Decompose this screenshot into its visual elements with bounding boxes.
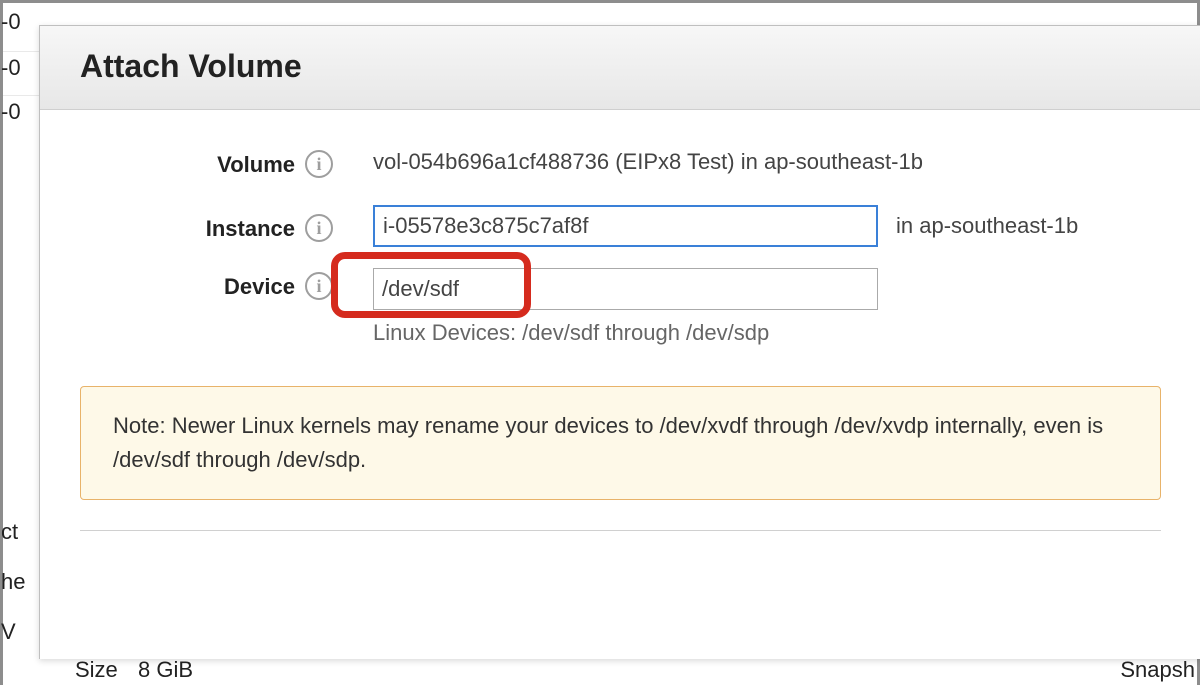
device-hint: Linux Devices: /dev/sdf through /dev/sdp <box>373 320 878 346</box>
device-input[interactable] <box>373 268 878 310</box>
info-icon[interactable]: i <box>305 272 333 300</box>
instance-row: Instance i in ap-southeast-1b <box>80 204 1161 248</box>
bg-text: he <box>1 569 25 595</box>
info-icon[interactable]: i <box>305 150 333 178</box>
modal-footer-divider <box>80 530 1161 531</box>
bg-bottom-snapshot: Snapsh <box>1120 657 1195 683</box>
modal-body: Volume i vol-054b696a1cf488736 (EIPx8 Te… <box>40 110 1200 561</box>
attach-volume-modal: Attach Volume Volume i vol-054b696a1cf48… <box>39 25 1200 659</box>
modal-title: Attach Volume <box>80 48 1200 85</box>
bg-text: ct <box>1 519 18 545</box>
modal-header: Attach Volume <box>40 26 1200 110</box>
device-label: Device <box>80 268 305 300</box>
note-box: Note: Newer Linux kernels may rename you… <box>80 386 1161 500</box>
volume-value: vol-054b696a1cf488736 (EIPx8 Test) in ap… <box>373 149 923 175</box>
volume-row: Volume i vol-054b696a1cf488736 (EIPx8 Te… <box>80 140 1161 184</box>
page-root: -0 -0 -0 ct he V Size 8 GiB Snapsh Attac… <box>0 0 1200 685</box>
info-icon[interactable]: i <box>305 214 333 242</box>
bg-text: -0 <box>1 55 21 81</box>
note-text: Note: Newer Linux kernels may rename you… <box>113 413 1103 472</box>
volume-label: Volume <box>80 146 305 178</box>
bg-text: -0 <box>1 99 21 125</box>
device-row: Device i Linux Devices: /dev/sdf through… <box>80 268 1161 346</box>
bg-text: -0 <box>1 9 21 35</box>
instance-input[interactable] <box>373 205 878 247</box>
bg-bottom-size-value: 8 GiB <box>138 657 193 683</box>
instance-az-suffix: in ap-southeast-1b <box>896 213 1078 239</box>
instance-label: Instance <box>80 210 305 242</box>
bg-bottom-size-label: Size <box>75 657 118 683</box>
bg-text: V <box>1 619 16 645</box>
